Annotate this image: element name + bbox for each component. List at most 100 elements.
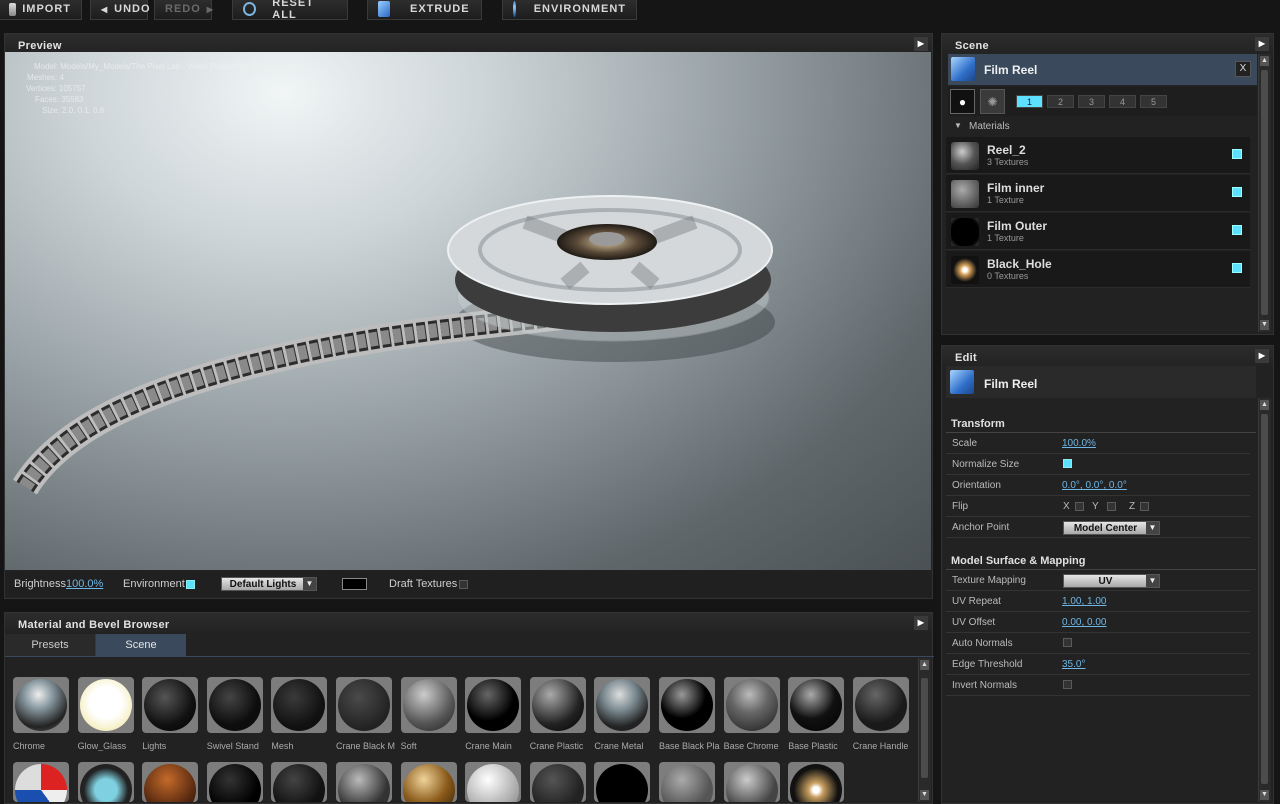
layer-button-5[interactable]: 5	[1140, 95, 1167, 108]
flip-z-checkbox[interactable]	[1140, 502, 1149, 511]
uv-offset-value[interactable]: 0.00, 0.00	[1062, 617, 1106, 628]
material-swatch[interactable]	[271, 677, 328, 733]
edit-scroll-up-icon[interactable]: ▲	[1260, 400, 1269, 410]
environment-label: ENVIRONMENT	[533, 3, 626, 15]
scroll-thumb[interactable]	[921, 678, 928, 778]
close-button[interactable]: X	[1235, 61, 1251, 77]
flip-x-checkbox[interactable]	[1075, 502, 1084, 511]
material-swatch[interactable]	[465, 677, 522, 733]
layer-button-1[interactable]: 1	[1016, 95, 1043, 108]
material-swatch[interactable]	[142, 762, 199, 802]
material-item[interactable]: Film Outer 1 Texture	[946, 213, 1250, 250]
material-sphere-icon	[661, 679, 713, 731]
tab-presets[interactable]: Presets	[5, 634, 96, 656]
material-swatch[interactable]	[400, 762, 457, 802]
scene-expand-icon[interactable]: ▶	[1255, 37, 1269, 51]
normalize-checkbox[interactable]	[1063, 459, 1072, 468]
tab-presets-label: Presets	[31, 639, 69, 651]
preview-expand-icon[interactable]: ▶	[914, 37, 928, 51]
edit-scrollbar[interactable]: ▲ ▼	[1258, 398, 1271, 802]
layer-button-4[interactable]: 4	[1109, 95, 1136, 108]
mesh-mode-button[interactable]: ●	[950, 89, 975, 114]
particles-mode-button[interactable]: ✺	[980, 89, 1005, 114]
material-item[interactable]: Black_Hole 0 Textures	[946, 251, 1250, 288]
material-sphere-icon	[467, 764, 520, 802]
scroll-down-icon[interactable]: ▼	[920, 790, 929, 800]
browser-expand-icon[interactable]: ▶	[914, 616, 928, 630]
anchor-dropdown[interactable]: Model Center ▼	[1063, 521, 1160, 535]
material-swatch[interactable]	[336, 762, 392, 802]
invert-normals-checkbox[interactable]	[1063, 680, 1072, 689]
material-swatch[interactable]	[13, 762, 69, 802]
scene-scroll-down-icon[interactable]: ▼	[1260, 320, 1269, 330]
layer-button-3[interactable]: 3	[1078, 95, 1105, 108]
material-swatch-label: Glow_Glass	[77, 741, 127, 751]
scroll-up-icon[interactable]: ▲	[920, 660, 929, 670]
material-swatch[interactable]	[465, 762, 522, 802]
draft-textures-checkbox[interactable]	[459, 580, 468, 589]
material-swatch[interactable]	[659, 677, 715, 733]
material-swatch[interactable]	[77, 677, 134, 733]
uv-repeat-value[interactable]: 1.00, 1.00	[1062, 596, 1106, 607]
browser-header: Material and Bevel Browser ▶	[5, 613, 932, 633]
background-color-swatch[interactable]	[342, 578, 367, 590]
extrude-button[interactable]: EXTRUDE	[367, 0, 482, 20]
edit-expand-icon[interactable]: ▶	[1255, 349, 1269, 363]
flip-y-checkbox[interactable]	[1107, 502, 1116, 511]
material-swatch[interactable]	[594, 677, 651, 733]
material-swatch[interactable]	[852, 677, 909, 733]
reset-all-button[interactable]: RESET ALL	[232, 0, 348, 21]
scene-object-row[interactable]: Film Reel X	[948, 54, 1257, 85]
material-sphere-icon	[596, 679, 649, 731]
edge-threshold-value[interactable]: 35.0°	[1062, 659, 1085, 670]
scene-scroll-up-icon[interactable]: ▲	[1260, 56, 1269, 66]
materials-section-header[interactable]: ▼ Materials	[948, 118, 1257, 136]
lights-dropdown[interactable]: Default Lights ▼	[221, 577, 317, 591]
layer-button-2[interactable]: 2	[1047, 95, 1074, 108]
material-swatch[interactable]	[788, 762, 845, 802]
material-item[interactable]: Film inner 1 Texture	[946, 175, 1250, 212]
edit-scroll-down-icon[interactable]: ▼	[1260, 790, 1269, 800]
material-swatch[interactable]	[142, 677, 199, 733]
material-swatch[interactable]	[788, 677, 845, 733]
texture-mapping-dropdown[interactable]: UV ▼	[1063, 574, 1160, 588]
3d-viewport[interactable]: Model: Models/My_Models/The Pixel Lab - …	[5, 52, 931, 570]
material-swatch[interactable]	[529, 677, 586, 733]
browser-scrollbar[interactable]: ▲ ▼	[918, 658, 931, 802]
material-item[interactable]: Reel_2 3 Textures	[946, 137, 1250, 174]
material-swatch[interactable]	[13, 677, 69, 733]
flip-row: Flip X Y Z	[946, 496, 1250, 517]
undo-button[interactable]: ◀ UNDO	[90, 0, 150, 20]
import-button[interactable]: IMPORT	[0, 0, 82, 20]
material-swatch[interactable]	[594, 762, 651, 802]
environment-button[interactable]: ENVIRONMENT	[502, 0, 637, 20]
material-visible-checkbox[interactable]	[1232, 225, 1242, 235]
scene-scroll-thumb[interactable]	[1261, 70, 1268, 315]
auto-normals-checkbox[interactable]	[1063, 638, 1072, 647]
material-swatch[interactable]	[271, 762, 328, 802]
material-visible-checkbox[interactable]	[1232, 149, 1242, 159]
material-swatch[interactable]	[723, 762, 780, 802]
material-swatch[interactable]	[77, 762, 134, 802]
brightness-value[interactable]: 100.0%	[66, 578, 103, 590]
scene-object-name: Film Reel	[984, 63, 1038, 77]
material-visible-checkbox[interactable]	[1232, 263, 1242, 273]
tab-scene[interactable]: Scene	[96, 634, 186, 656]
material-swatch[interactable]	[206, 677, 263, 733]
edit-scroll-thumb[interactable]	[1261, 414, 1268, 784]
scene-scrollbar[interactable]: ▲ ▼	[1258, 54, 1271, 332]
scale-value[interactable]: 100.0%	[1062, 438, 1096, 449]
material-name: Film inner	[987, 181, 1045, 195]
material-thumbnail	[951, 256, 979, 284]
material-swatch[interactable]	[529, 762, 586, 802]
redo-button[interactable]: REDO ▶	[154, 0, 213, 20]
material-swatch[interactable]	[336, 677, 392, 733]
material-swatch[interactable]	[723, 677, 780, 733]
environment-checkbox[interactable]	[186, 580, 195, 589]
orientation-value[interactable]: 0.0°, 0.0°, 0.0°	[1062, 480, 1127, 491]
material-sphere-icon	[790, 679, 843, 731]
material-swatch[interactable]	[206, 762, 263, 802]
material-visible-checkbox[interactable]	[1232, 187, 1242, 197]
material-swatch[interactable]	[400, 677, 457, 733]
material-swatch[interactable]	[659, 762, 715, 802]
